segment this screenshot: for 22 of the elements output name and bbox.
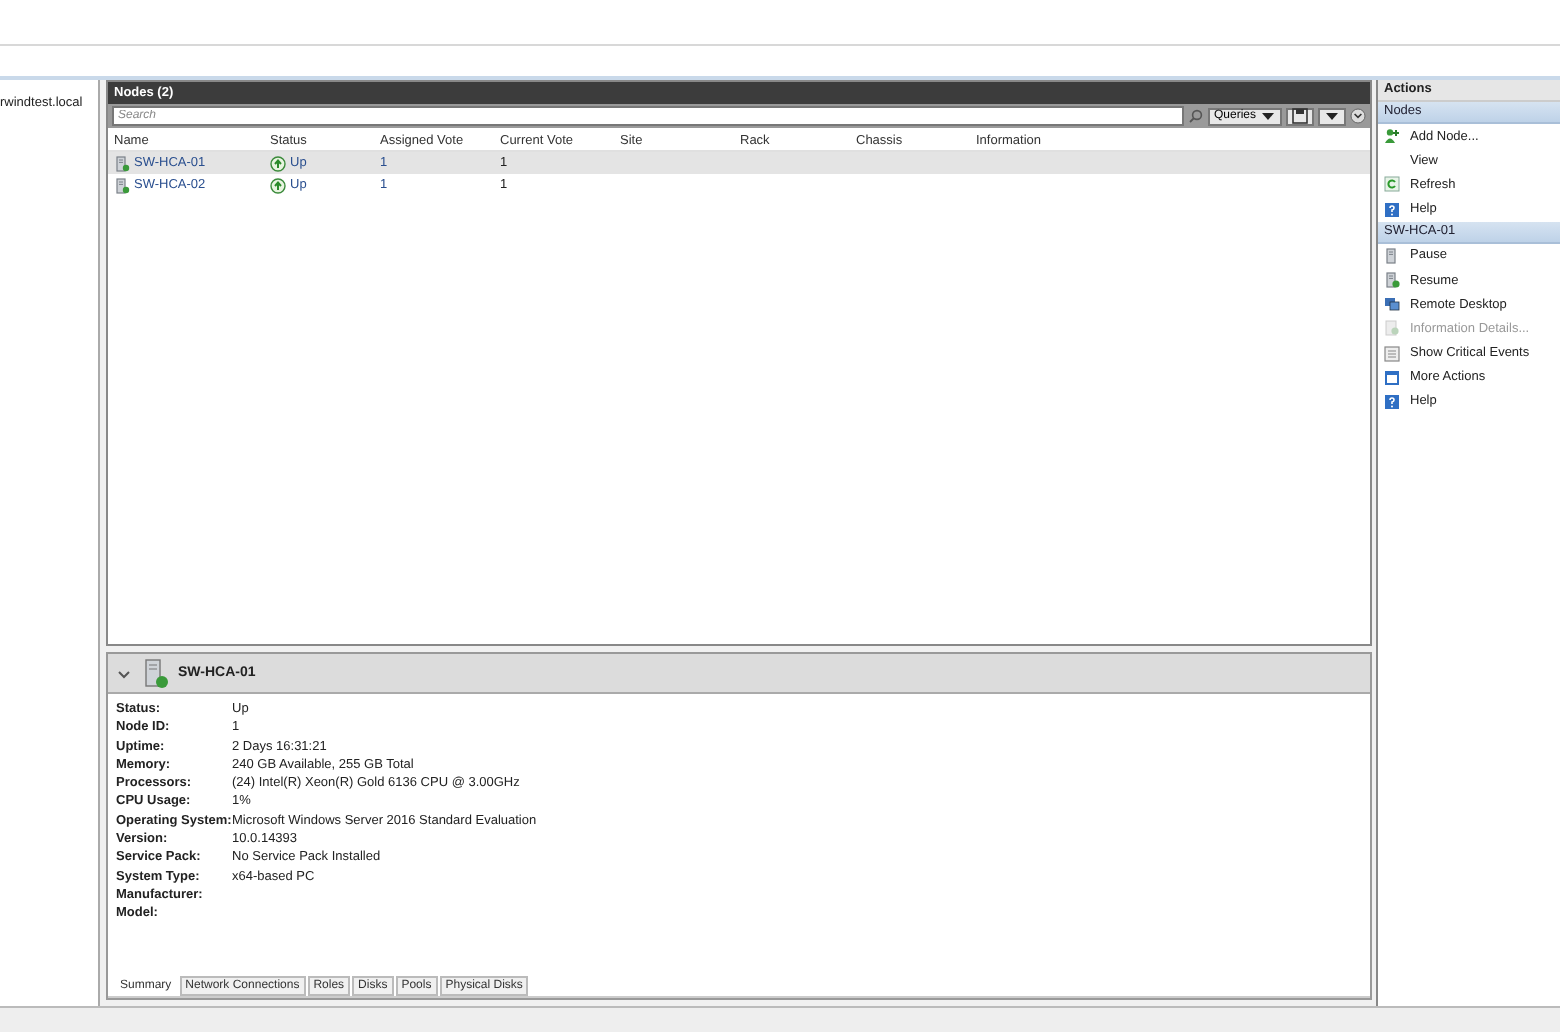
document-icon xyxy=(1384,320,1400,337)
collapse-icon xyxy=(1350,108,1366,124)
search-icon xyxy=(1187,108,1204,124)
server-icon xyxy=(114,177,130,193)
help-icon xyxy=(1384,393,1400,410)
server-icon xyxy=(140,658,170,688)
status-up-icon xyxy=(270,177,286,193)
save-icon xyxy=(1292,108,1308,124)
help-icon xyxy=(1384,201,1400,218)
person-add-icon xyxy=(1384,128,1400,145)
caret-icon xyxy=(1260,108,1276,124)
server-icon xyxy=(1384,247,1400,264)
caret-icon xyxy=(1324,108,1340,124)
server-icon xyxy=(114,155,130,171)
save-button[interactable] xyxy=(1286,107,1314,125)
window-icon xyxy=(1384,369,1400,386)
refresh-icon xyxy=(1384,176,1400,193)
server-icon xyxy=(1384,272,1400,289)
log-icon xyxy=(1384,345,1400,362)
monitor-icon xyxy=(1384,296,1400,313)
dropdown-button[interactable] xyxy=(1318,107,1346,125)
status-up-icon xyxy=(270,155,286,171)
